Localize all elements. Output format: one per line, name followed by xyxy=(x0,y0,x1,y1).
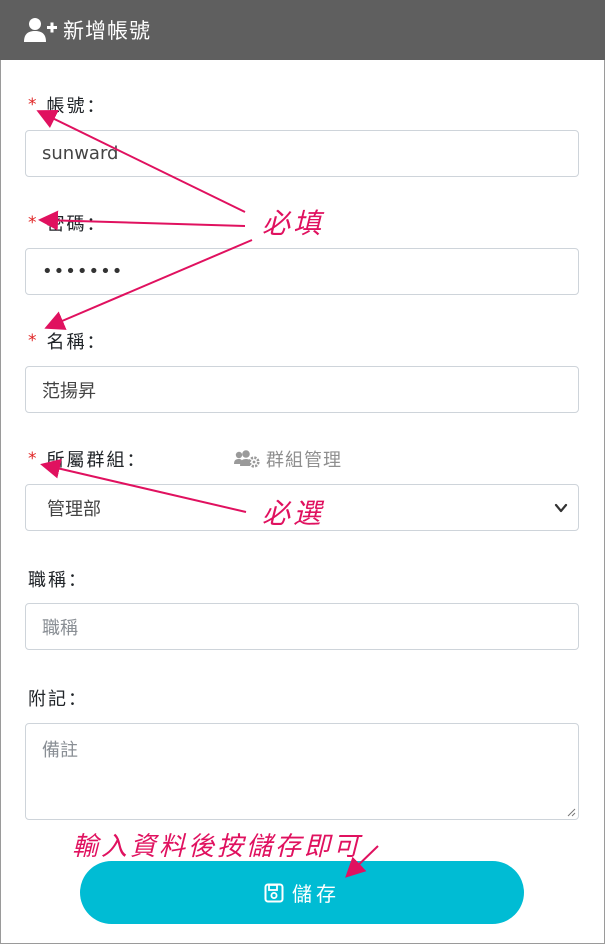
password-label-text: 密碼： xyxy=(46,214,107,235)
password-value: ••••••• xyxy=(42,261,124,282)
annotation-required-select: 必選 xyxy=(262,497,325,530)
required-mark: * xyxy=(28,331,39,351)
account-label-text: 帳號： xyxy=(46,96,107,117)
group-label: * 所屬群組： xyxy=(28,446,147,472)
title-input[interactable]: 職稱 xyxy=(25,603,579,650)
panel-header: 新增帳號 xyxy=(0,0,605,60)
remark-placeholder: 備註 xyxy=(42,740,78,761)
title-placeholder: 職稱 xyxy=(42,617,78,639)
users-gear-icon xyxy=(234,450,260,468)
annotation-required: 必填 xyxy=(262,207,325,240)
password-label: * 密碼： xyxy=(28,210,107,236)
title-label: 職稱： xyxy=(28,566,88,592)
password-input[interactable]: ••••••• xyxy=(25,248,579,295)
required-mark: * xyxy=(28,449,39,469)
remark-label: 附記： xyxy=(28,685,88,711)
remark-label-text: 附記： xyxy=(28,689,88,710)
name-input[interactable]: 范揚昇 xyxy=(25,366,579,413)
save-button[interactable]: 儲存 xyxy=(80,861,524,924)
name-value: 范揚昇 xyxy=(42,380,96,402)
group-manage-text: 群組管理 xyxy=(266,450,342,471)
save-icon xyxy=(264,883,284,902)
group-selected-value: 管理部 xyxy=(47,498,101,520)
account-input[interactable]: sunward xyxy=(25,130,579,177)
name-label: * 名稱： xyxy=(28,328,107,354)
name-label-text: 名稱： xyxy=(46,332,107,353)
group-manage-link[interactable]: 群組管理 xyxy=(234,446,342,472)
user-plus-icon xyxy=(24,18,57,42)
chevron-down-icon xyxy=(554,503,568,513)
account-value: sunward xyxy=(42,143,119,164)
remark-textarea[interactable]: 備註 xyxy=(25,723,579,820)
resize-grip-icon[interactable] xyxy=(566,807,576,817)
save-button-label: 儲存 xyxy=(292,882,340,906)
required-mark: * xyxy=(28,213,39,233)
annotation-instruction: 輸入資料後按儲存即可 xyxy=(72,832,363,862)
page-title: 新增帳號 xyxy=(63,19,151,43)
required-mark: * xyxy=(28,95,39,115)
title-label-text: 職稱： xyxy=(28,570,88,591)
group-label-text: 所屬群組： xyxy=(46,450,147,471)
account-label: * 帳號： xyxy=(28,92,107,118)
